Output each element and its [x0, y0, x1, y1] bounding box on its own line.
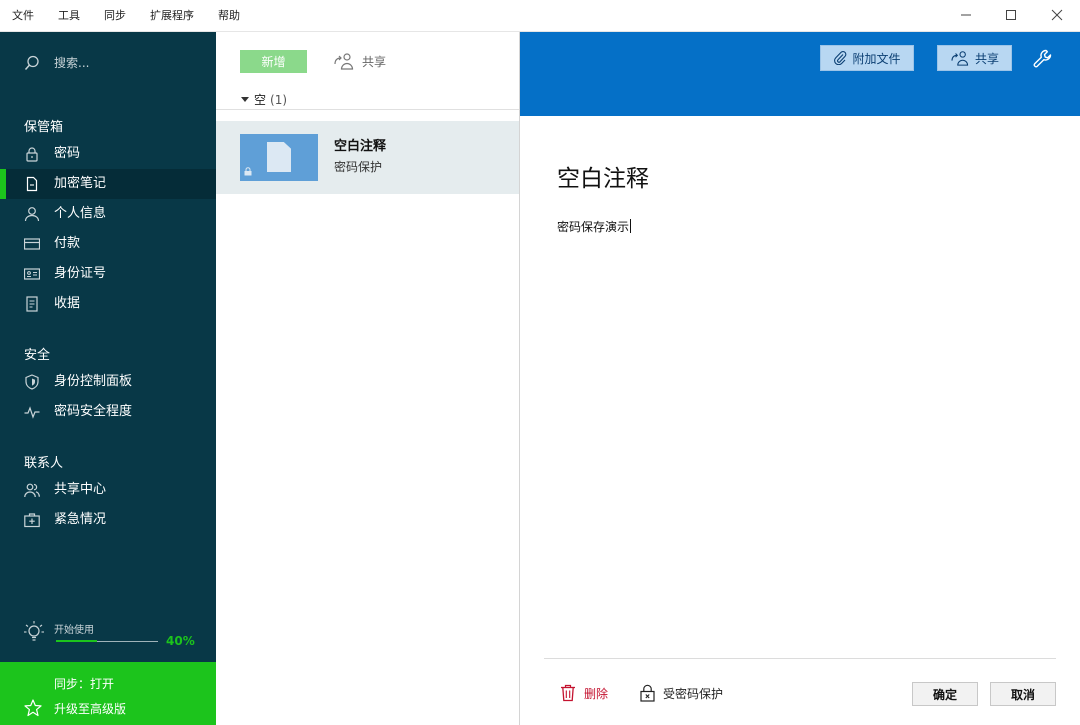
note-body-editor[interactable]: 密码保存演示 — [557, 218, 632, 235]
item-list-pane: 新增 共享 空 (1) 空白注释 密码保护 — [216, 32, 519, 725]
padlock-icon — [640, 684, 655, 702]
menu-sync[interactable]: 同步 — [104, 9, 126, 23]
getting-started-track — [56, 640, 158, 642]
paperclip-icon — [834, 51, 847, 65]
sidebar-item-passwords[interactable]: 密码 — [0, 139, 216, 169]
sidebar-item-secure-notes[interactable]: 加密笔记 — [0, 169, 216, 199]
lock-icon — [26, 147, 38, 162]
sidebar-item-identity-dashboard[interactable]: 身份控制面板 — [0, 367, 216, 397]
maximize-button[interactable] — [996, 4, 1026, 26]
text-caret — [630, 219, 632, 233]
note-body-text: 密码保存演示 — [557, 220, 630, 234]
getting-started-fill — [56, 640, 97, 642]
sidebar-item-label: 付款 — [54, 236, 81, 251]
sync-bar: 同步：打开 升级至高级版 — [0, 662, 216, 725]
attach-file-label: 附加文件 — [852, 51, 901, 66]
detail-pane: 附加文件 共享 空白注释 密码保存演示 删除 受密码保护 确定 取消 — [520, 32, 1080, 725]
card-icon — [24, 238, 40, 250]
small-lock-icon — [244, 167, 252, 176]
attach-file-button[interactable]: 附加文件 — [820, 45, 914, 71]
sidebar-item-label: 身份证号 — [54, 266, 107, 281]
sidebar-item-label: 收据 — [54, 296, 81, 311]
list-item-subtitle: 密码保护 — [334, 160, 383, 174]
sidebar-item-receipts[interactable]: 收据 — [0, 289, 216, 319]
section-title-contacts: 联系人 — [24, 456, 64, 471]
detail-share-button[interactable]: 共享 — [937, 45, 1012, 71]
people-icon — [24, 483, 40, 498]
sidebar-item-label: 加密笔记 — [54, 176, 107, 191]
person-icon — [24, 207, 40, 222]
note-icon — [26, 176, 38, 192]
detail-header: 附加文件 共享 — [520, 32, 1080, 116]
document-icon — [267, 142, 291, 172]
sync-status[interactable]: 同步：打开 — [54, 675, 114, 692]
sidebar-item-label: 个人信息 — [54, 206, 107, 221]
sidebar: 搜索... 保管箱 密码 加密笔记 个人信息 付款 身份证号 收据 安全 身份控… — [0, 32, 216, 725]
menu-extensions[interactable]: 扩展程序 — [150, 9, 194, 23]
receipt-icon — [26, 296, 38, 312]
getting-started-percent: 40% — [166, 634, 195, 648]
section-title-security: 安全 — [24, 348, 51, 363]
sidebar-item-emergency[interactable]: 紧急情况 — [0, 505, 216, 535]
sidebar-item-label: 密码 — [54, 146, 81, 161]
section-title-vault: 保管箱 — [24, 120, 64, 135]
caret-down-icon — [241, 96, 249, 102]
trash-icon — [561, 684, 575, 702]
search-placeholder: 搜索... — [54, 56, 90, 70]
lightbulb-icon — [24, 621, 44, 641]
detail-share-label: 共享 — [974, 51, 999, 66]
menu-help[interactable]: 帮助 — [218, 9, 240, 23]
sidebar-item-ids[interactable]: 身份证号 — [0, 259, 216, 289]
delete-button[interactable]: 删除 — [560, 684, 608, 702]
upgrade-button[interactable]: 升级至高级版 — [24, 699, 126, 717]
menu-tools[interactable]: 工具 — [58, 9, 80, 23]
getting-started-progress[interactable]: 开始使用 40% — [24, 618, 195, 648]
id-card-icon — [24, 268, 40, 280]
footer-divider — [544, 658, 1056, 659]
list-share-button[interactable]: 共享 — [334, 52, 386, 70]
note-thumbnail — [240, 134, 318, 181]
close-button[interactable] — [1042, 4, 1072, 26]
delete-label: 删除 — [584, 686, 609, 701]
close-icon — [1051, 9, 1063, 21]
getting-started-label: 开始使用 — [54, 625, 94, 636]
list-item[interactable]: 空白注释 密码保护 — [216, 121, 519, 194]
star-icon — [24, 699, 42, 717]
password-protect-toggle[interactable]: 受密码保护 — [640, 684, 723, 702]
list-item-title: 空白注释 — [334, 139, 387, 154]
group-count: (1) — [270, 92, 288, 107]
sidebar-item-personal-info[interactable]: 个人信息 — [0, 199, 216, 229]
search-icon — [24, 55, 39, 70]
share-people-icon — [951, 51, 969, 66]
sidebar-item-label: 密码安全程度 — [54, 404, 133, 419]
upgrade-label: 升级至高级版 — [54, 701, 127, 716]
ok-button[interactable]: 确定 — [912, 682, 978, 706]
group-header[interactable]: 空 (1) — [240, 91, 287, 108]
maximize-icon — [1006, 10, 1016, 20]
minimize-button[interactable] — [951, 4, 981, 26]
password-protect-label: 受密码保护 — [663, 686, 724, 701]
search-input[interactable]: 搜索... — [24, 54, 89, 71]
emergency-icon — [24, 513, 40, 528]
sidebar-item-label: 共享中心 — [54, 482, 107, 497]
menu-items: 文件 工具 同步 扩展程序 帮助 — [12, 9, 264, 23]
menubar: 文件 工具 同步 扩展程序 帮助 — [0, 0, 1080, 32]
share-people-icon — [334, 53, 354, 70]
group-label: 空 — [254, 93, 267, 107]
sidebar-item-label: 紧急情况 — [54, 512, 107, 527]
menu-file[interactable]: 文件 — [12, 9, 34, 23]
cancel-button[interactable]: 取消 — [990, 682, 1056, 706]
sidebar-item-payments[interactable]: 付款 — [0, 229, 216, 259]
shield-icon — [25, 374, 39, 390]
list-share-label: 共享 — [362, 54, 387, 69]
list-divider — [216, 109, 519, 110]
sidebar-item-sharing-center[interactable]: 共享中心 — [0, 475, 216, 505]
pulse-icon — [24, 406, 40, 419]
add-item-button[interactable]: 新增 — [240, 50, 307, 73]
sidebar-item-password-health[interactable]: 密码安全程度 — [0, 397, 216, 427]
note-title[interactable]: 空白注释 — [557, 159, 649, 193]
sidebar-item-label: 身份控制面板 — [54, 374, 133, 389]
minimize-icon — [961, 14, 971, 16]
wrench-icon[interactable] — [1032, 48, 1054, 70]
